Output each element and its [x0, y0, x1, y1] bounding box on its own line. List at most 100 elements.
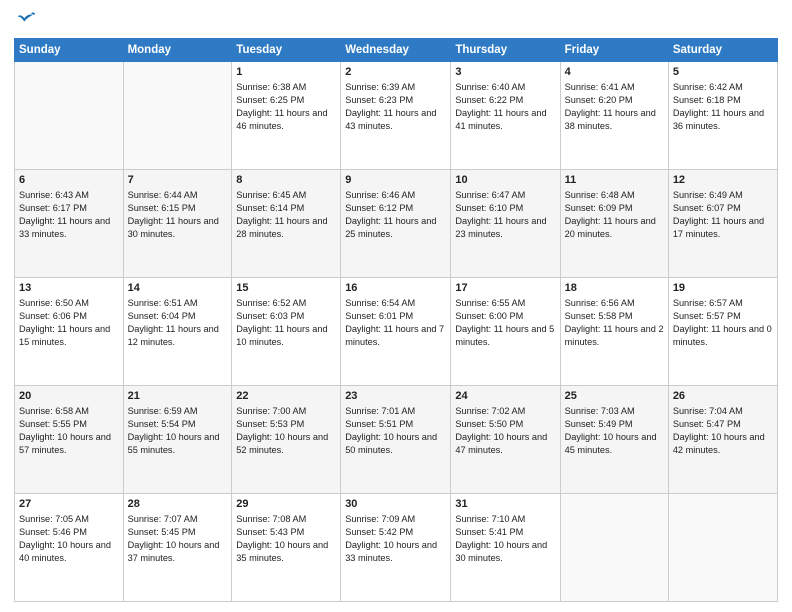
sunset-text: Sunset: 5:51 PM — [345, 418, 446, 431]
calendar-cell: 4Sunrise: 6:41 AMSunset: 6:20 PMDaylight… — [560, 62, 668, 170]
daylight-text: Daylight: 11 hours and 25 minutes. — [345, 215, 446, 241]
day-number: 28 — [128, 497, 228, 512]
daylight-text: Daylight: 10 hours and 47 minutes. — [455, 431, 555, 457]
daylight-text: Daylight: 10 hours and 42 minutes. — [673, 431, 773, 457]
sunset-text: Sunset: 5:45 PM — [128, 526, 228, 539]
sunrise-text: Sunrise: 7:08 AM — [236, 513, 336, 526]
sunset-text: Sunset: 6:04 PM — [128, 310, 228, 323]
week-row: 27Sunrise: 7:05 AMSunset: 5:46 PMDayligh… — [15, 494, 778, 602]
day-number: 29 — [236, 497, 336, 512]
day-number: 24 — [455, 389, 555, 404]
sunset-text: Sunset: 6:22 PM — [455, 94, 555, 107]
calendar-cell: 14Sunrise: 6:51 AMSunset: 6:04 PMDayligh… — [123, 278, 232, 386]
daylight-text: Daylight: 11 hours and 30 minutes. — [128, 215, 228, 241]
column-header-thursday: Thursday — [451, 39, 560, 62]
calendar-cell — [560, 494, 668, 602]
day-number: 6 — [19, 173, 119, 188]
cell-content: 2Sunrise: 6:39 AMSunset: 6:23 PMDaylight… — [345, 65, 446, 133]
sunrise-text: Sunrise: 6:40 AM — [455, 81, 555, 94]
sunset-text: Sunset: 5:41 PM — [455, 526, 555, 539]
sunset-text: Sunset: 6:01 PM — [345, 310, 446, 323]
calendar-cell: 17Sunrise: 6:55 AMSunset: 6:00 PMDayligh… — [451, 278, 560, 386]
day-number: 7 — [128, 173, 228, 188]
cell-content: 25Sunrise: 7:03 AMSunset: 5:49 PMDayligh… — [565, 389, 664, 457]
sunrise-text: Sunrise: 7:05 AM — [19, 513, 119, 526]
calendar-cell: 30Sunrise: 7:09 AMSunset: 5:42 PMDayligh… — [341, 494, 451, 602]
daylight-text: Daylight: 10 hours and 52 minutes. — [236, 431, 336, 457]
cell-content: 11Sunrise: 6:48 AMSunset: 6:09 PMDayligh… — [565, 173, 664, 241]
calendar-cell: 13Sunrise: 6:50 AMSunset: 6:06 PMDayligh… — [15, 278, 124, 386]
sunrise-text: Sunrise: 6:57 AM — [673, 297, 773, 310]
sunrise-text: Sunrise: 6:45 AM — [236, 189, 336, 202]
calendar-cell: 1Sunrise: 6:38 AMSunset: 6:25 PMDaylight… — [232, 62, 341, 170]
sunset-text: Sunset: 6:14 PM — [236, 202, 336, 215]
calendar-cell: 28Sunrise: 7:07 AMSunset: 5:45 PMDayligh… — [123, 494, 232, 602]
sunset-text: Sunset: 6:12 PM — [345, 202, 446, 215]
cell-content: 23Sunrise: 7:01 AMSunset: 5:51 PMDayligh… — [345, 389, 446, 457]
sunrise-text: Sunrise: 6:49 AM — [673, 189, 773, 202]
daylight-text: Daylight: 10 hours and 33 minutes. — [345, 539, 446, 565]
day-number: 1 — [236, 65, 336, 80]
cell-content: 10Sunrise: 6:47 AMSunset: 6:10 PMDayligh… — [455, 173, 555, 241]
calendar-cell: 9Sunrise: 6:46 AMSunset: 6:12 PMDaylight… — [341, 170, 451, 278]
cell-content: 9Sunrise: 6:46 AMSunset: 6:12 PMDaylight… — [345, 173, 446, 241]
sunset-text: Sunset: 6:17 PM — [19, 202, 119, 215]
sunset-text: Sunset: 5:58 PM — [565, 310, 664, 323]
sunrise-text: Sunrise: 6:51 AM — [128, 297, 228, 310]
daylight-text: Daylight: 11 hours and 28 minutes. — [236, 215, 336, 241]
daylight-text: Daylight: 10 hours and 45 minutes. — [565, 431, 664, 457]
calendar-cell: 5Sunrise: 6:42 AMSunset: 6:18 PMDaylight… — [668, 62, 777, 170]
calendar-cell: 7Sunrise: 6:44 AMSunset: 6:15 PMDaylight… — [123, 170, 232, 278]
day-number: 21 — [128, 389, 228, 404]
cell-content: 3Sunrise: 6:40 AMSunset: 6:22 PMDaylight… — [455, 65, 555, 133]
daylight-text: Daylight: 11 hours and 5 minutes. — [455, 323, 555, 349]
sunrise-text: Sunrise: 6:52 AM — [236, 297, 336, 310]
cell-content: 28Sunrise: 7:07 AMSunset: 5:45 PMDayligh… — [128, 497, 228, 565]
daylight-text: Daylight: 10 hours and 37 minutes. — [128, 539, 228, 565]
calendar-cell: 2Sunrise: 6:39 AMSunset: 6:23 PMDaylight… — [341, 62, 451, 170]
header-row: SundayMondayTuesdayWednesdayThursdayFrid… — [15, 39, 778, 62]
day-number: 19 — [673, 281, 773, 296]
calendar-cell: 11Sunrise: 6:48 AMSunset: 6:09 PMDayligh… — [560, 170, 668, 278]
cell-content: 5Sunrise: 6:42 AMSunset: 6:18 PMDaylight… — [673, 65, 773, 133]
daylight-text: Daylight: 10 hours and 40 minutes. — [19, 539, 119, 565]
sunset-text: Sunset: 5:42 PM — [345, 526, 446, 539]
calendar-cell: 27Sunrise: 7:05 AMSunset: 5:46 PMDayligh… — [15, 494, 124, 602]
cell-content: 8Sunrise: 6:45 AMSunset: 6:14 PMDaylight… — [236, 173, 336, 241]
calendar-cell: 23Sunrise: 7:01 AMSunset: 5:51 PMDayligh… — [341, 386, 451, 494]
week-row: 20Sunrise: 6:58 AMSunset: 5:55 PMDayligh… — [15, 386, 778, 494]
column-header-friday: Friday — [560, 39, 668, 62]
sunrise-text: Sunrise: 7:09 AM — [345, 513, 446, 526]
week-row: 13Sunrise: 6:50 AMSunset: 6:06 PMDayligh… — [15, 278, 778, 386]
cell-content: 20Sunrise: 6:58 AMSunset: 5:55 PMDayligh… — [19, 389, 119, 457]
sunset-text: Sunset: 6:20 PM — [565, 94, 664, 107]
calendar-cell: 12Sunrise: 6:49 AMSunset: 6:07 PMDayligh… — [668, 170, 777, 278]
daylight-text: Daylight: 11 hours and 10 minutes. — [236, 323, 336, 349]
day-number: 31 — [455, 497, 555, 512]
logo — [14, 10, 36, 30]
calendar-cell: 22Sunrise: 7:00 AMSunset: 5:53 PMDayligh… — [232, 386, 341, 494]
day-number: 5 — [673, 65, 773, 80]
daylight-text: Daylight: 11 hours and 17 minutes. — [673, 215, 773, 241]
sunrise-text: Sunrise: 6:38 AM — [236, 81, 336, 94]
cell-content: 13Sunrise: 6:50 AMSunset: 6:06 PMDayligh… — [19, 281, 119, 349]
calendar-cell: 16Sunrise: 6:54 AMSunset: 6:01 PMDayligh… — [341, 278, 451, 386]
sunset-text: Sunset: 5:55 PM — [19, 418, 119, 431]
calendar-cell: 31Sunrise: 7:10 AMSunset: 5:41 PMDayligh… — [451, 494, 560, 602]
daylight-text: Daylight: 10 hours and 30 minutes. — [455, 539, 555, 565]
cell-content: 30Sunrise: 7:09 AMSunset: 5:42 PMDayligh… — [345, 497, 446, 565]
day-number: 15 — [236, 281, 336, 296]
calendar-cell: 24Sunrise: 7:02 AMSunset: 5:50 PMDayligh… — [451, 386, 560, 494]
sunrise-text: Sunrise: 6:42 AM — [673, 81, 773, 94]
sunset-text: Sunset: 5:47 PM — [673, 418, 773, 431]
sunrise-text: Sunrise: 6:47 AM — [455, 189, 555, 202]
sunrise-text: Sunrise: 7:00 AM — [236, 405, 336, 418]
cell-content: 27Sunrise: 7:05 AMSunset: 5:46 PMDayligh… — [19, 497, 119, 565]
day-number: 23 — [345, 389, 446, 404]
daylight-text: Daylight: 11 hours and 0 minutes. — [673, 323, 773, 349]
sunset-text: Sunset: 6:03 PM — [236, 310, 336, 323]
cell-content: 16Sunrise: 6:54 AMSunset: 6:01 PMDayligh… — [345, 281, 446, 349]
sunrise-text: Sunrise: 7:07 AM — [128, 513, 228, 526]
calendar-cell: 21Sunrise: 6:59 AMSunset: 5:54 PMDayligh… — [123, 386, 232, 494]
logo-bird-icon — [16, 10, 36, 30]
